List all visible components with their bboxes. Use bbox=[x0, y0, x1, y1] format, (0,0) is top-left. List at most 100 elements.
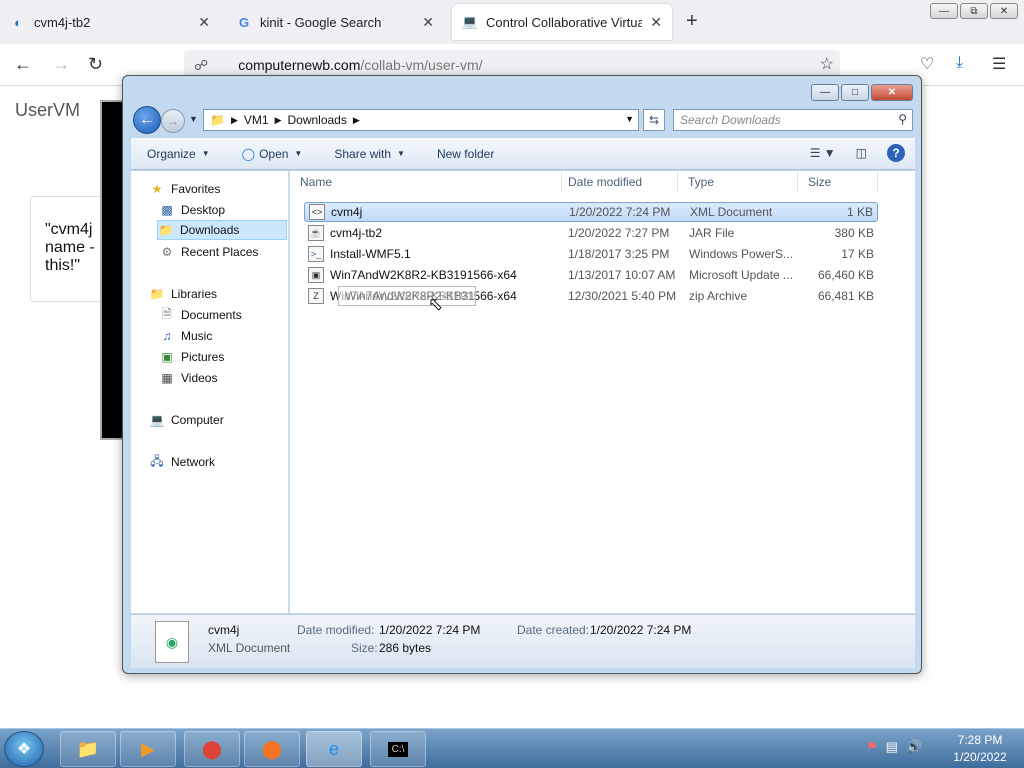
forward-arrow-icon[interactable]: → bbox=[161, 109, 185, 133]
nav-network[interactable]: 🖧 Network bbox=[149, 452, 215, 472]
tab-label: Control Collaborative Virtual M bbox=[486, 14, 643, 30]
action-center-icon[interactable]: ⚑ bbox=[866, 739, 878, 755]
file-date: 1/18/2017 3:25 PM bbox=[568, 247, 670, 261]
file-type: Windows PowerS... bbox=[689, 247, 794, 261]
maximize-button[interactable]: □ bbox=[841, 84, 869, 101]
help-icon[interactable]: ? bbox=[887, 144, 905, 162]
jar-file-icon: ☕ bbox=[308, 225, 324, 241]
navigation-pane: ★ Favorites ▩ Desktop 📁 Downloads ⚙ Recent P… bbox=[131, 171, 289, 613]
column-type[interactable]: Type bbox=[678, 171, 798, 193]
music-icon: ♫ bbox=[162, 329, 172, 343]
maximize-button[interactable]: ⧉ bbox=[960, 3, 988, 19]
nav-favorites[interactable]: ★ Favorites bbox=[149, 179, 221, 199]
chevron-down-icon[interactable]: ▼ bbox=[625, 114, 634, 124]
google-icon: G bbox=[238, 14, 250, 30]
address-bar[interactable]: 📁 ▶ VM1 ▶ Downloads ▶ ▼ bbox=[203, 109, 639, 131]
nav-downloads[interactable]: 📁 Downloads bbox=[157, 220, 287, 240]
nav-recent-places[interactable]: ⚙ Recent Places bbox=[159, 242, 259, 262]
new-folder-label: New folder bbox=[436, 146, 495, 161]
file-type: Microsoft Update ... bbox=[689, 268, 794, 282]
file-row[interactable]: <> cvm4j 1/20/2022 7:24 PM XML Document 1… bbox=[304, 202, 878, 222]
new-tab-button[interactable]: + bbox=[686, 10, 698, 33]
close-icon[interactable]: ✕ bbox=[422, 14, 434, 31]
zip-file-icon: Z bbox=[308, 288, 324, 304]
new-folder-button[interactable]: New folder bbox=[421, 147, 510, 161]
close-icon[interactable]: ✕ bbox=[650, 14, 662, 31]
clock[interactable]: 7:28 PM 1/20/2022 bbox=[940, 732, 1020, 766]
minimize-button[interactable]: — bbox=[930, 3, 958, 19]
network-status-icon[interactable]: ▤ bbox=[886, 739, 898, 755]
reload-icon[interactable]: ↻ bbox=[88, 54, 103, 75]
close-button[interactable]: ✕ bbox=[871, 84, 913, 101]
media-player-taskbar-icon[interactable]: ▶ bbox=[120, 731, 176, 767]
nav-label: Downloads bbox=[180, 223, 240, 237]
share-with-button[interactable]: Share with ▼ bbox=[318, 147, 421, 161]
start-button[interactable]: ❖ bbox=[4, 731, 44, 767]
column-date-modified[interactable]: Date modified bbox=[558, 171, 678, 193]
search-icon[interactable]: ⚲ bbox=[898, 112, 907, 126]
chrome-taskbar-icon[interactable]: ⬤ bbox=[184, 731, 240, 767]
clock-time: 7:28 PM bbox=[957, 733, 1003, 747]
view-options-icon[interactable]: ☰ ▼ bbox=[810, 146, 836, 160]
pocket-icon[interactable]: ♡ bbox=[920, 54, 934, 74]
nav-label: Network bbox=[171, 455, 216, 469]
file-row[interactable]: ☕ cvm4j-tb2 1/20/2022 7:27 PM JAR File 38… bbox=[304, 223, 878, 243]
tab-collabvm[interactable]: 💻 Control Collaborative Virtual M ✕ bbox=[452, 4, 672, 40]
volume-icon[interactable]: 🔊 bbox=[906, 739, 922, 755]
cmd-taskbar-icon[interactable]: C:\ bbox=[370, 731, 426, 767]
drag-ghost: Win7AndW2K8R2-KB3191566-x64 bbox=[338, 286, 476, 306]
chevron-right-icon[interactable]: ▶ bbox=[275, 115, 282, 126]
star-icon[interactable]: ☆ bbox=[820, 54, 834, 74]
firefox-taskbar-icon[interactable]: ⬤ bbox=[244, 731, 300, 767]
shield-icon[interactable]: ☍ bbox=[194, 57, 208, 74]
download-icon[interactable]: ⤓ bbox=[956, 54, 963, 72]
nav-computer[interactable]: 💻 Computer bbox=[149, 410, 224, 430]
menu-icon[interactable]: ☰ bbox=[992, 54, 1006, 74]
preview-pane-icon[interactable]: ◫ bbox=[856, 146, 867, 160]
close-button[interactable]: ✕ bbox=[990, 3, 1018, 19]
tab-google-search[interactable]: G kinit - Google Search ✕ bbox=[226, 4, 444, 40]
nav-libraries[interactable]: 📁 Libraries bbox=[149, 284, 218, 304]
file-row[interactable]: ▣ Win7AndW2K8R2-KB3191566-x64 1/13/2017 1… bbox=[304, 265, 878, 285]
minimize-button[interactable]: — bbox=[811, 84, 839, 101]
back-arrow-icon[interactable]: ← bbox=[133, 106, 161, 134]
ie-taskbar-icon[interactable]: e bbox=[306, 731, 362, 767]
file-size: 66,481 KB bbox=[817, 289, 874, 303]
nav-music[interactable]: ♫ Music bbox=[159, 326, 213, 346]
breadcrumb-vm1[interactable]: VM1 bbox=[238, 113, 275, 127]
open-button[interactable]: ◯ Open ▼ bbox=[226, 147, 319, 161]
explorer-toolbar: Organize ▼ ◯ Open ▼ Share with ▼ New folder … bbox=[131, 138, 915, 170]
star-icon: ★ bbox=[151, 182, 163, 196]
close-icon[interactable]: ✕ bbox=[198, 14, 210, 31]
file-row[interactable]: >_ Install-WMF5.1 1/18/2017 3:25 PM Windo… bbox=[304, 244, 878, 264]
forward-arrow-icon[interactable]: → bbox=[52, 54, 70, 75]
nav-desktop[interactable]: ▩ Desktop bbox=[159, 200, 225, 220]
nav-pictures[interactable]: ▣ Pictures bbox=[159, 347, 224, 367]
back-arrow-icon[interactable]: ← bbox=[14, 54, 32, 75]
chevron-right-icon[interactable]: ▶ bbox=[353, 115, 360, 126]
explorer-taskbar-icon[interactable]: 📁 bbox=[60, 731, 116, 767]
tab-cvm4j-tb2[interactable]: ◐ cvm4j-tb2 ✕ bbox=[0, 4, 220, 40]
search-input[interactable]: Search Downloads ⚲ bbox=[673, 109, 913, 131]
details-file-name: cvm4j bbox=[208, 623, 240, 637]
organize-button[interactable]: Organize ▼ bbox=[131, 147, 226, 161]
breadcrumb-downloads[interactable]: Downloads bbox=[281, 113, 352, 127]
file-name: Install-WMF5.1 bbox=[330, 247, 411, 261]
xml-file-icon: ◉ bbox=[155, 621, 189, 663]
file-name: Win7AndW2K8R2-KB3191566-x64 bbox=[330, 268, 517, 282]
file-date: 1/20/2022 7:27 PM bbox=[568, 226, 670, 240]
column-label: Size bbox=[808, 175, 832, 189]
refresh-button[interactable]: ⇆ bbox=[643, 109, 665, 131]
file-name: cvm4j bbox=[331, 205, 363, 219]
column-name[interactable]: Name bbox=[290, 171, 562, 193]
file-size: 1 KB bbox=[846, 205, 873, 219]
history-dropdown-icon[interactable]: ▼ bbox=[189, 114, 198, 124]
nav-videos[interactable]: ▦ Videos bbox=[159, 368, 217, 388]
column-size[interactable]: Size bbox=[798, 171, 878, 193]
nav-label: Documents bbox=[181, 308, 242, 322]
nav-label: Desktop bbox=[181, 203, 226, 217]
downloads-folder-icon: 📁 bbox=[158, 223, 174, 237]
chevron-right-icon[interactable]: ▶ bbox=[231, 115, 238, 126]
nav-documents[interactable]: 🗎 Documents bbox=[159, 305, 242, 325]
url-path: /collab-vm/user-vm/ bbox=[360, 57, 483, 73]
